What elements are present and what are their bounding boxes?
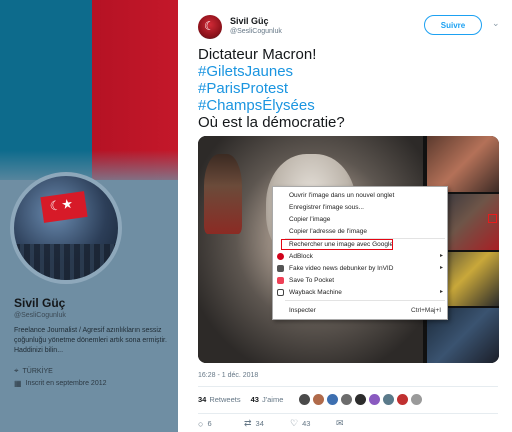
submenu-arrow-icon: ▸ <box>439 253 443 259</box>
location-pin-icon: ⌖ <box>14 366 19 375</box>
author-avatar[interactable] <box>198 15 222 39</box>
profile-handle[interactable]: @SesliCogunluk <box>14 312 66 319</box>
retweet-icon: ⇄ <box>244 418 252 428</box>
author-name[interactable]: Sivil Güç <box>230 16 269 26</box>
hashtag-link[interactable]: #ChampsÉlysées <box>198 97 498 114</box>
menu-item-wayback-machine[interactable]: Wayback Machine ▸ <box>273 287 447 298</box>
invid-icon <box>277 265 284 272</box>
avatar[interactable] <box>355 394 367 405</box>
pocket-icon <box>277 277 284 284</box>
menu-item-copy-image[interactable]: Copier l'image <box>273 214 447 225</box>
avatar[interactable] <box>313 394 325 405</box>
avatar[interactable] <box>397 394 409 405</box>
profile-name[interactable]: Sivil Güç <box>14 296 65 310</box>
author-handle[interactable]: @SesliCogunluk <box>230 28 282 35</box>
submenu-arrow-icon: ▸ <box>439 289 443 295</box>
tweet-stats: 34 Retweets 43 J'aime <box>198 394 423 405</box>
submenu-arrow-icon: ▸ <box>439 265 443 271</box>
liker-avatars <box>299 394 423 405</box>
avatar[interactable] <box>383 394 395 405</box>
envelope-icon: ✉ <box>336 418 344 428</box>
retweet-button[interactable]: ⇄ 34 <box>244 418 290 429</box>
hashtag-link[interactable]: #GiletsJaunes <box>198 63 498 80</box>
menu-item-save-to-pocket[interactable]: Save To Pocket <box>273 275 447 286</box>
avatar[interactable] <box>327 394 339 405</box>
reply-icon: ○ <box>198 418 204 429</box>
tweet-text-line: Où est la démocratie? <box>198 114 345 131</box>
profile-avatar[interactable] <box>10 172 122 284</box>
follow-button[interactable]: Suivre <box>424 15 482 35</box>
like-button[interactable]: ♡ 43 <box>290 418 336 429</box>
menu-item-adblock[interactable]: AdBlock ▸ <box>273 251 447 262</box>
red-square-marker <box>488 214 497 223</box>
tweet-text-line: Dictateur Macron! <box>198 46 317 63</box>
tweet-actions: ○ 6 ⇄ 34 ♡ 43 ✉ <box>198 418 382 429</box>
chevron-down-icon[interactable]: ⌄ <box>492 18 500 29</box>
tweet-timestamp[interactable]: 16:28 - 1 déc. 2018 <box>198 372 258 379</box>
profile-panel: Sivil Güç @SesliCogunluk Freelance Journ… <box>0 0 178 432</box>
wayback-icon <box>277 289 284 296</box>
tweet-text: Dictateur Macron! #GiletsJaunes #ParisPr… <box>198 46 498 131</box>
hashtag-link[interactable]: #ParisProtest <box>198 80 498 97</box>
media-thumbnail[interactable] <box>427 136 499 192</box>
flag-icon <box>40 191 88 223</box>
profile-joined: ▦ Inscrit en septembre 2012 <box>14 379 107 388</box>
retweets-stat[interactable]: 34 Retweets <box>198 395 241 404</box>
menu-item-search-google-image[interactable]: Rechercher une image avec Google <box>281 239 393 250</box>
avatar[interactable] <box>369 394 381 405</box>
adblock-icon <box>277 253 284 260</box>
profile-bio: Freelance Journalist / Agresif azınlıkla… <box>14 327 167 354</box>
avatar[interactable] <box>299 394 311 405</box>
calendar-icon: ▦ <box>14 379 22 388</box>
menu-item-open-image-new-tab[interactable]: Ouvrir l'image dans un nouvel onglet <box>273 190 447 201</box>
reply-button[interactable]: ○ 6 <box>198 418 244 429</box>
avatar[interactable] <box>341 394 353 405</box>
menu-item-invid[interactable]: Fake video news debunker by InVID ▸ <box>273 263 447 274</box>
heart-icon: ♡ <box>290 418 299 428</box>
context-menu: Ouvrir l'image dans un nouvel onglet Enr… <box>272 186 448 320</box>
avatar[interactable] <box>411 394 423 405</box>
profile-location: ⌖ TÜRKİYE <box>14 366 53 375</box>
shortcut-label: Ctrl+Maj+I <box>411 307 441 314</box>
menu-item-save-image-as[interactable]: Enregistrer l'image sous... <box>273 202 447 213</box>
likes-stat[interactable]: 43 J'aime <box>251 395 284 404</box>
menu-item-copy-image-address[interactable]: Copier l'adresse de l'image <box>273 226 447 237</box>
menu-item-inspect[interactable]: Inspecter Ctrl+Maj+I <box>273 305 447 316</box>
message-button[interactable]: ✉ <box>336 418 382 429</box>
